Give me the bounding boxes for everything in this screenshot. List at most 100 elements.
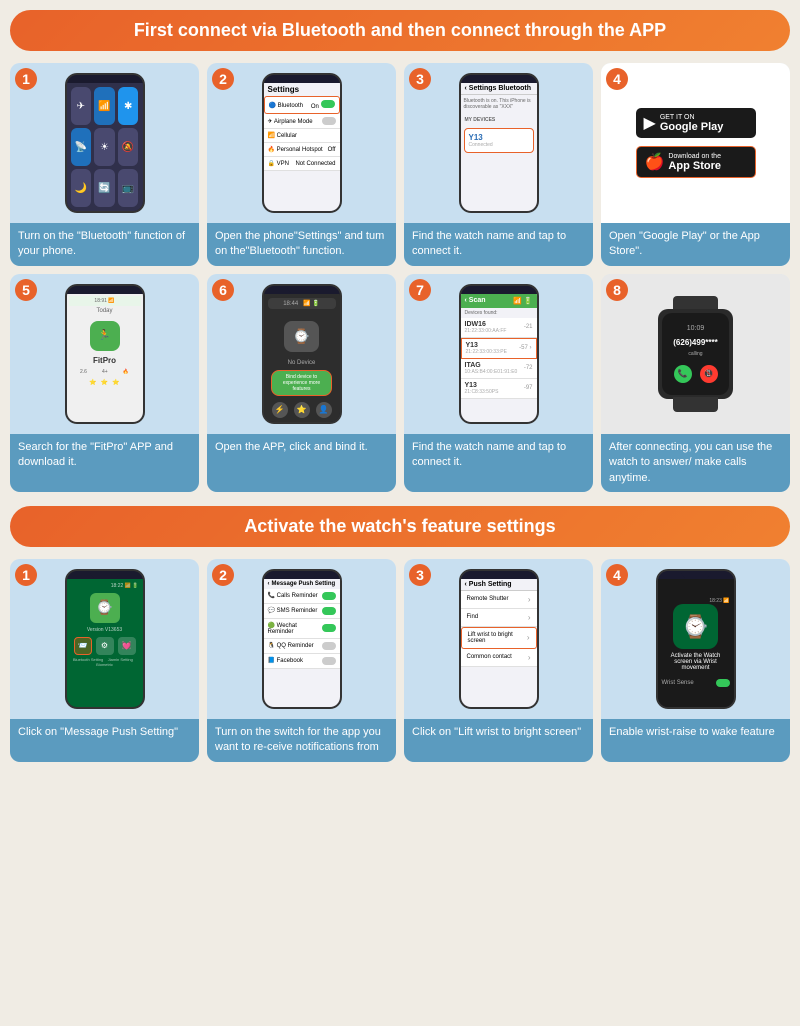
section2-header-text: Activate the watch's feature settings xyxy=(244,516,555,536)
msg-push-screen: ‹ Message Push Setting 📞 Calls Reminder … xyxy=(264,579,340,707)
settings-title: Settings xyxy=(264,83,340,96)
fitpro-home-screen: 18:22 📶 🔋 ⌚ Version V13653 📨 ⚙ 💓 Bluetoo… xyxy=(67,579,143,707)
today-label: Today xyxy=(69,306,141,316)
google-play-badge[interactable]: ▶ GET IT ON Google Play xyxy=(636,108,756,138)
bind-btn[interactable]: Bind device to experience more features xyxy=(271,370,332,396)
step-b2-number: 2 xyxy=(212,564,234,586)
google-play-icon: ▶ xyxy=(644,113,656,133)
section2-header: Activate the watch's feature settings xyxy=(10,506,790,547)
y13-2-info: Y13 21:C8:33:50PS xyxy=(465,382,499,395)
step-2-card: 2 Settings 🔵 Bluetooth On ✈ Airplane Mod… xyxy=(207,63,396,266)
fitpro-screen: 18:91 📶 Today 🏃 FitPro 2.6 4+ 🔥 xyxy=(67,294,143,422)
watch-icon: ⌚ xyxy=(284,321,319,352)
msg-push-btn[interactable]: 📨 xyxy=(74,637,92,655)
lw-title: Push Setting xyxy=(469,581,512,588)
step-1-card: 1 ✈ 📶 ✱ 📡 ☀ 🔕 🌙 🔄 📺 xyxy=(10,63,199,266)
y13-2-row[interactable]: Y13 21:C8:33:50PS -97 xyxy=(461,379,537,399)
itag-row[interactable]: ITAG 10:AS:B4:00:E01:91:E0 -72 xyxy=(461,359,537,379)
settings-hotspot-row[interactable]: 🔥 Personal Hotspot Off xyxy=(264,143,340,157)
step-8-desc: After connecting, you can use the watch … xyxy=(601,434,790,492)
bind-screen: 18:44 📶 🔋 ⌚ No Device Bind device to exp… xyxy=(264,294,340,422)
wrist-sense-toggle[interactable] xyxy=(716,679,730,687)
control-center: ✈ 📶 ✱ 📡 ☀ 🔕 🌙 🔄 📺 xyxy=(67,83,143,211)
jiamin-btn[interactable]: ⚙ xyxy=(96,637,114,655)
bt-title: Bluetooth xyxy=(498,85,531,92)
settings-cellular-row[interactable]: 📶 Cellular xyxy=(264,129,340,143)
idw16-row[interactable]: IDW16 21:22:33:00:AA:FF -21 xyxy=(461,318,537,338)
calls-toggle[interactable] xyxy=(322,592,336,600)
step-4-card: 4 ▶ GET IT ON Google Play 🍎 Download on … xyxy=(601,63,790,266)
wechat-label: 🟢 Wechat Reminder xyxy=(268,622,323,635)
step-b2-card: 2 ‹ Message Push Setting 📞 Calls Reminde… xyxy=(207,559,396,762)
bt-info-text: Bluetooth is on. This iPhone is discover… xyxy=(464,98,534,110)
phone-screen-2: Settings 🔵 Bluetooth On ✈ Airplane Mode … xyxy=(264,83,340,211)
watch-time: 10:09 xyxy=(687,325,705,332)
lw-common-contact[interactable]: Common contact › xyxy=(461,649,537,667)
fitpro-watch-img: ⌚ xyxy=(90,593,120,623)
step-b3-desc: Click on "Lift wrist to bright screen" xyxy=(404,719,593,762)
step-3-card: 3 ‹ Settings Bluetooth Bluetooth is on. … xyxy=(404,63,593,266)
back-label: ‹ Settings xyxy=(465,85,497,92)
cc-airplane: ✈ xyxy=(71,87,92,125)
sms-toggle[interactable] xyxy=(322,607,336,615)
phone-screen-6: 18:44 📶 🔋 ⌚ No Device Bind device to exp… xyxy=(264,294,340,422)
phone-notch-b3 xyxy=(484,571,514,579)
sms-label: 💬 SMS Reminder xyxy=(268,607,318,614)
fitpro-stats: 2.6 4+ 🔥 xyxy=(69,365,141,379)
wechat-toggle[interactable] xyxy=(322,624,335,632)
phone-fitpro: 18:91 📶 Today 🏃 FitPro 2.6 4+ 🔥 xyxy=(65,284,145,424)
bind-header-time: 18:44 📶 🔋 xyxy=(268,298,336,309)
biometric-btn[interactable]: 💓 xyxy=(118,637,136,655)
phone-screen: ✈ 📶 ✱ 📡 ☀ 🔕 🌙 🔄 📺 xyxy=(67,83,143,211)
bt-header: ‹ Settings Bluetooth xyxy=(461,83,537,95)
lw-find[interactable]: Find › xyxy=(461,609,537,627)
scan-title: 📶 🔋 xyxy=(513,297,532,305)
phone-bt-list: ‹ Settings Bluetooth Bluetooth is on. Th… xyxy=(459,73,539,213)
step-b4-card: 4 18:23 📶 ⌚ Activate the Watch screen vi… xyxy=(601,559,790,762)
section2: Activate the watch's feature settings 1 … xyxy=(10,506,790,762)
cc-cell: 📡 xyxy=(71,128,92,166)
star-rating: ⭐ ⭐ ⭐ xyxy=(69,379,141,386)
remote-shutter-label: Remote Shutter xyxy=(467,596,509,602)
call-buttons: 📞 📵 xyxy=(674,365,718,383)
step-4-number: 4 xyxy=(606,68,628,90)
lift-wrist-screen: ‹ Push Setting Remote Shutter › Find › xyxy=(461,579,537,707)
wechat-row[interactable]: 🟢 Wechat Reminder xyxy=(264,619,340,639)
step-2-desc: Open the phone"Settings" and tum on the"… xyxy=(207,223,396,266)
find-chevron: › xyxy=(528,613,531,622)
section2-steps-grid: 1 18:22 📶 🔋 ⌚ Version V13653 📨 ⚙ 💓 xyxy=(10,559,790,762)
cc-brightness: ☀ xyxy=(94,128,115,166)
answer-btn[interactable]: 📞 xyxy=(674,365,692,383)
qq-label: 🐧 QQ Reminder xyxy=(268,642,314,649)
lw-remote-shutter[interactable]: Remote Shutter › xyxy=(461,591,537,609)
cc-mirror: 📺 xyxy=(118,169,139,207)
settings-bluetooth-row[interactable]: 🔵 Bluetooth On xyxy=(264,96,340,114)
lw-lift-wrist[interactable]: Lift wrist to bright screen › xyxy=(461,627,537,649)
calls-row[interactable]: 📞 Calls Reminder xyxy=(264,589,340,604)
facebook-row[interactable]: 📘 Facebook xyxy=(264,654,340,669)
phone-bluetooth: ✈ 📶 ✱ 📡 ☀ 🔕 🌙 🔄 📺 xyxy=(65,73,145,213)
y13-device-row[interactable]: Y13 Connected xyxy=(464,128,534,153)
sms-row[interactable]: 💬 SMS Reminder xyxy=(264,604,340,619)
cc-mute: 🔕 xyxy=(118,128,139,166)
qq-row[interactable]: 🐧 QQ Reminder xyxy=(264,639,340,654)
cc-rotate: 🔄 xyxy=(94,169,115,207)
step-4-desc: Open "Google Play" or the App Store". xyxy=(601,223,790,266)
fitpro-logo-icon: 🏃 xyxy=(98,330,110,341)
my-devices-label: MY DEVICES xyxy=(461,115,537,125)
no-device-text: No Device xyxy=(288,360,316,366)
facebook-toggle[interactable] xyxy=(322,657,336,665)
stat-calories: 🔥 xyxy=(123,369,129,375)
settings-vpn-row[interactable]: 🔒 VPN Not Connected xyxy=(264,157,340,171)
app-store-badge[interactable]: 🍎 Download on the App Store xyxy=(636,146,756,178)
settings-airplane-row[interactable]: ✈ Airplane Mode xyxy=(264,114,340,129)
gp-text: GET IT ON Google Play xyxy=(660,114,724,133)
fitpro-icon-labels: Bluetooth Setting Jiamin Setting Biometr… xyxy=(71,657,139,667)
y13-row[interactable]: Y13 21:22:33:00:33:PE -57 › xyxy=(461,338,537,359)
cc-dark: 🌙 xyxy=(71,169,92,207)
qq-toggle[interactable] xyxy=(322,642,336,650)
step-7-card: 7 ‹ Scan 📶 🔋 Devices found: xyxy=(404,274,593,492)
wrist-sense-desc: Activate the Watch screen via Wrist move… xyxy=(662,653,730,671)
decline-btn[interactable]: 📵 xyxy=(700,365,718,383)
phone-screen-b2: ‹ Message Push Setting 📞 Calls Reminder … xyxy=(264,579,340,707)
